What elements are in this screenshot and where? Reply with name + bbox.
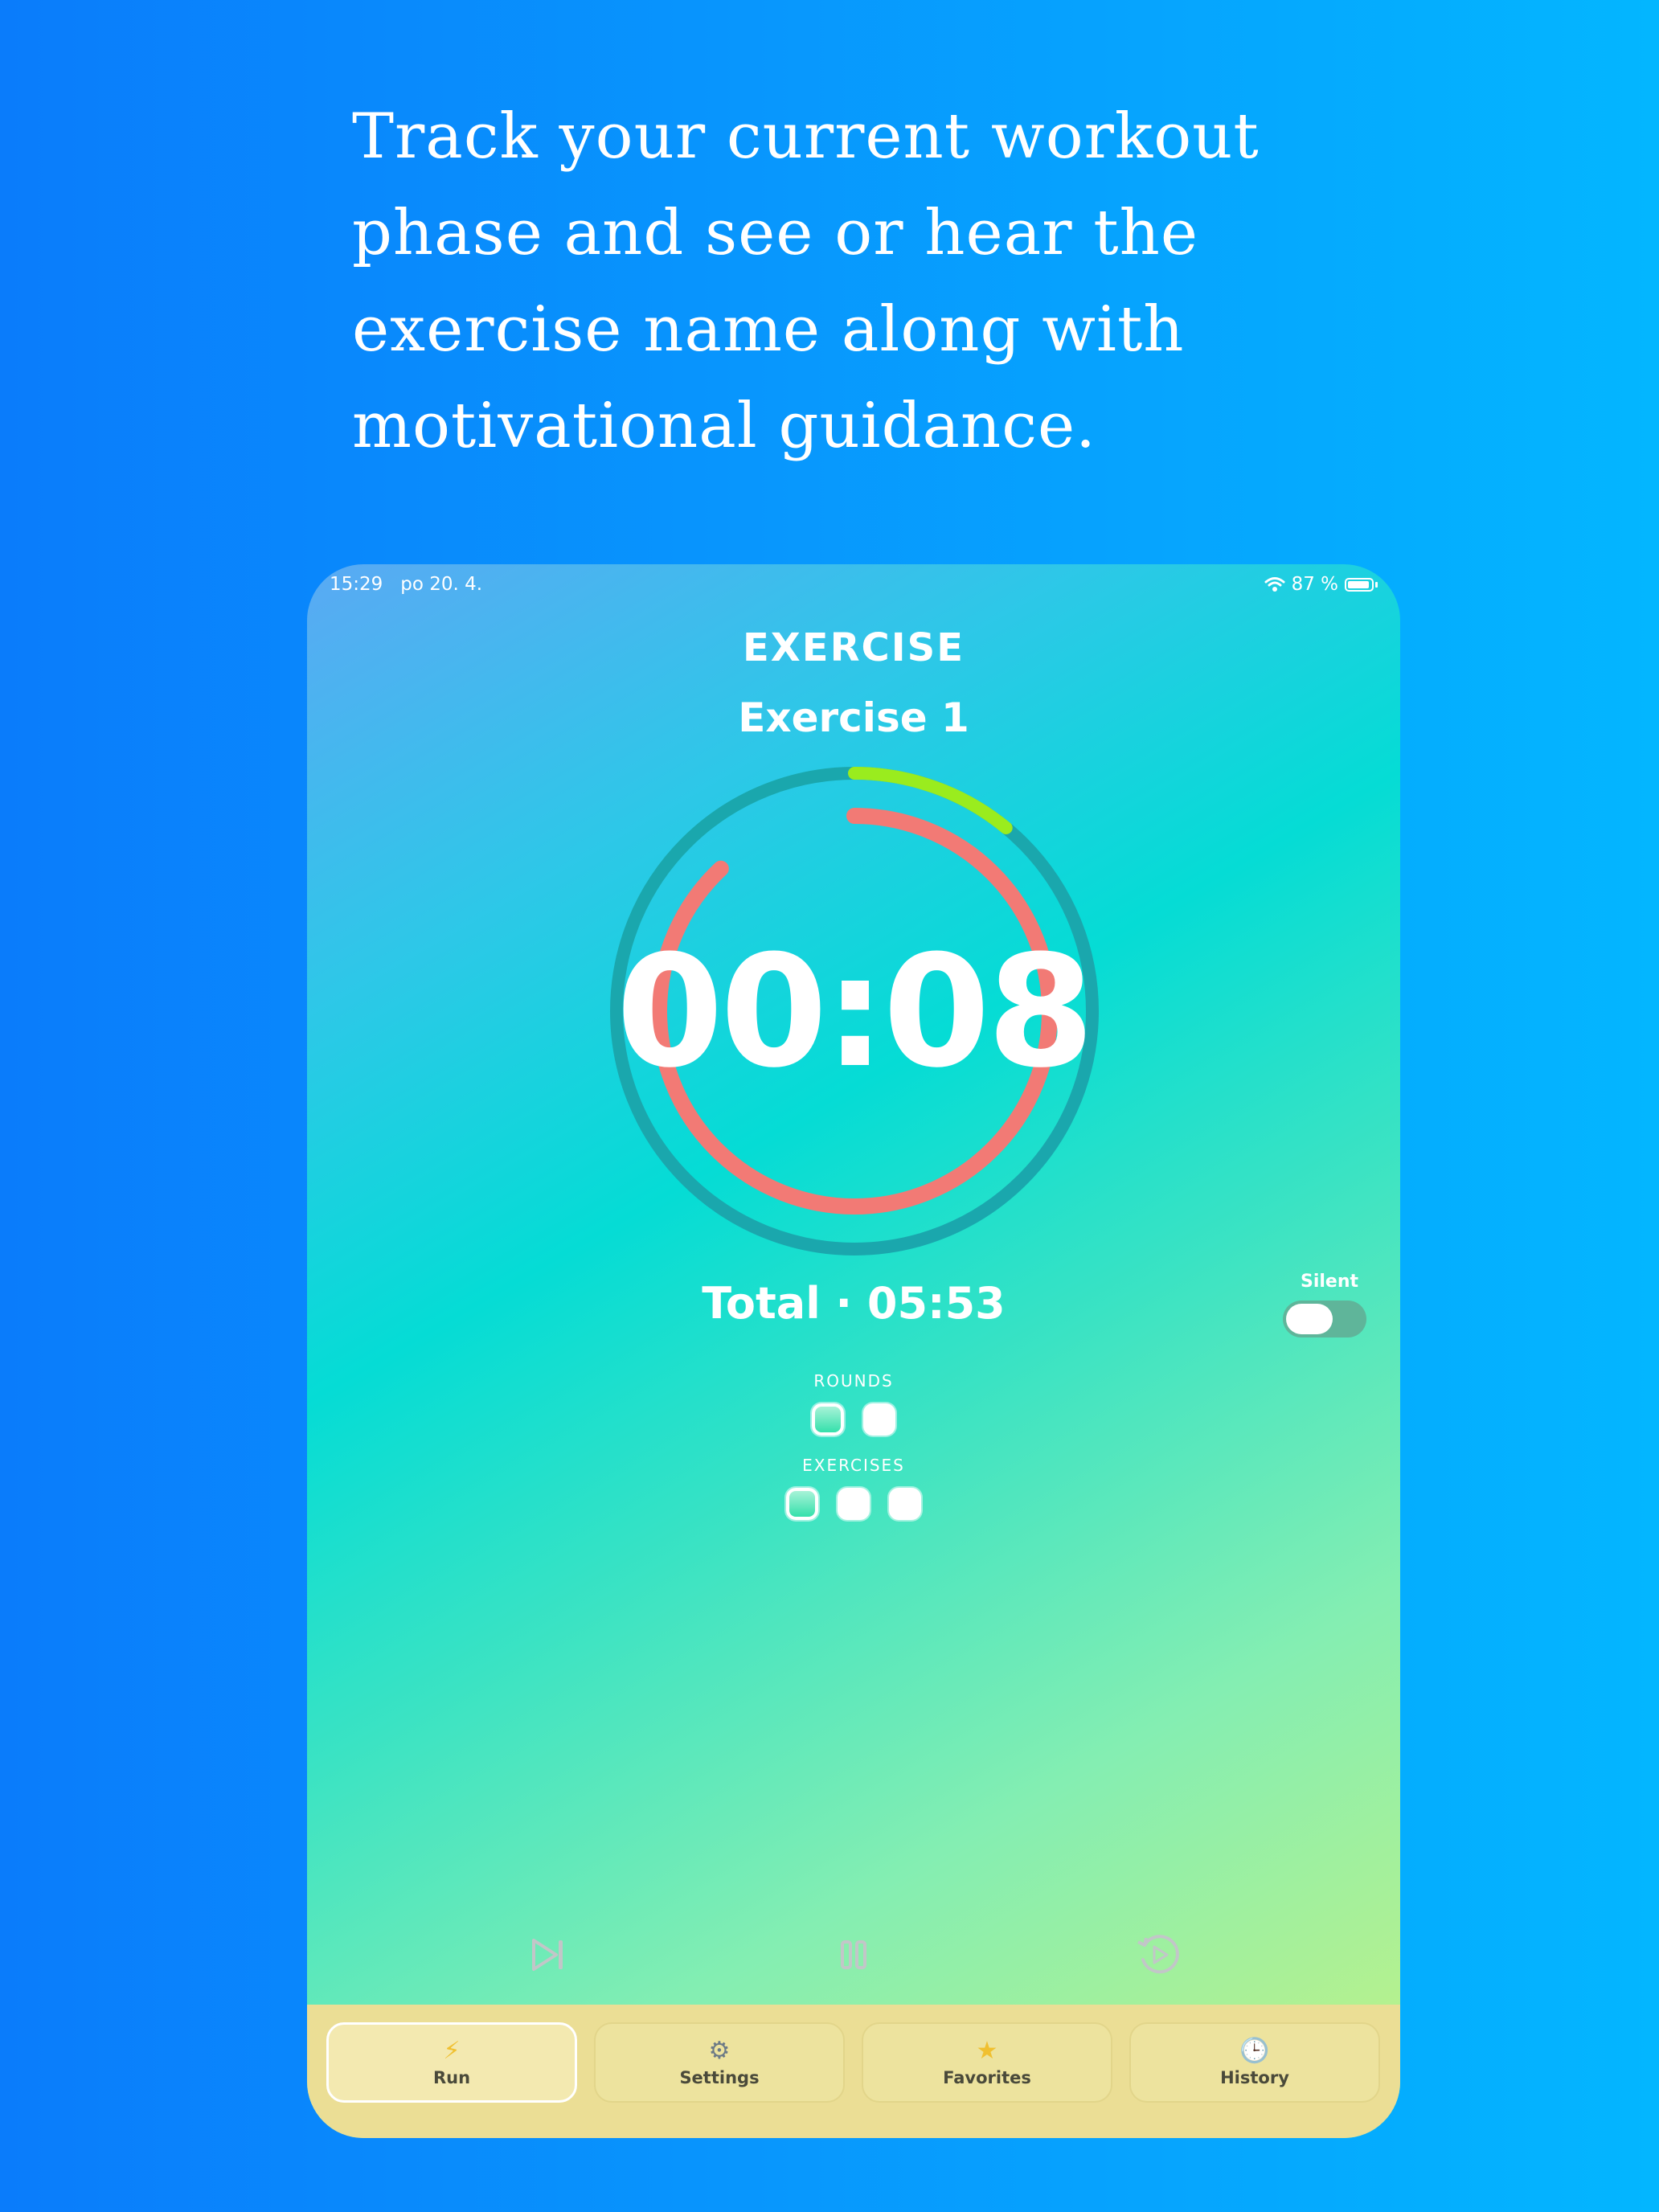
skip-button[interactable] bbox=[524, 1931, 572, 1979]
tab-run[interactable]: ⚡ Run bbox=[326, 2022, 577, 2103]
countdown-timer: 00:08 bbox=[616, 923, 1094, 1102]
star-icon: ★ bbox=[976, 2037, 998, 2065]
pause-icon bbox=[841, 1940, 866, 1969]
tab-favorites[interactable]: ★ Favorites bbox=[862, 2022, 1112, 2103]
pause-button[interactable] bbox=[830, 1931, 878, 1979]
playback-controls bbox=[307, 1931, 1400, 1979]
tab-bar: ⚡ Run ⚙ Settings ★ Favorites 🕒 History bbox=[307, 2005, 1400, 2138]
tab-history[interactable]: 🕒 History bbox=[1129, 2022, 1380, 2103]
app-screen: 15:29 po 20. 4. 87 % EXERCISE Exercise 1… bbox=[307, 564, 1400, 2138]
battery-icon bbox=[1345, 577, 1374, 592]
skip-forward-icon bbox=[532, 1939, 563, 1971]
status-right: 87 % bbox=[1264, 574, 1378, 595]
rounds-label: ROUNDS bbox=[813, 1371, 894, 1391]
round-dot bbox=[812, 1403, 844, 1436]
exercise-dot bbox=[889, 1488, 921, 1520]
battery-percent: 87 % bbox=[1291, 574, 1338, 595]
clock-icon: 🕒 bbox=[1239, 2037, 1270, 2065]
gear-icon: ⚙ bbox=[708, 2037, 731, 2065]
silent-toggle[interactable] bbox=[1283, 1301, 1366, 1337]
tab-settings[interactable]: ⚙ Settings bbox=[594, 2022, 845, 2103]
exercise-name: Exercise 1 bbox=[738, 694, 969, 741]
exercises-label: EXERCISES bbox=[802, 1456, 905, 1475]
restart-button[interactable] bbox=[1135, 1931, 1183, 1979]
exercise-dot bbox=[786, 1488, 818, 1520]
exercises-indicator bbox=[307, 1488, 1400, 1520]
exercise-dot bbox=[838, 1488, 870, 1520]
restart-icon bbox=[1137, 1935, 1179, 1974]
total-time: Total · 05:53 bbox=[702, 1278, 1006, 1329]
lightning-icon: ⚡ bbox=[443, 2037, 461, 2065]
silent-label: Silent bbox=[1300, 1272, 1359, 1292]
status-time: 15:29 po 20. 4. bbox=[330, 574, 483, 595]
phase-title: EXERCISE bbox=[743, 625, 965, 670]
rounds-indicator bbox=[307, 1403, 1400, 1436]
wifi-icon bbox=[1264, 577, 1285, 592]
headline: Track your current workout phase and see… bbox=[352, 100, 1260, 462]
round-dot bbox=[863, 1403, 895, 1436]
